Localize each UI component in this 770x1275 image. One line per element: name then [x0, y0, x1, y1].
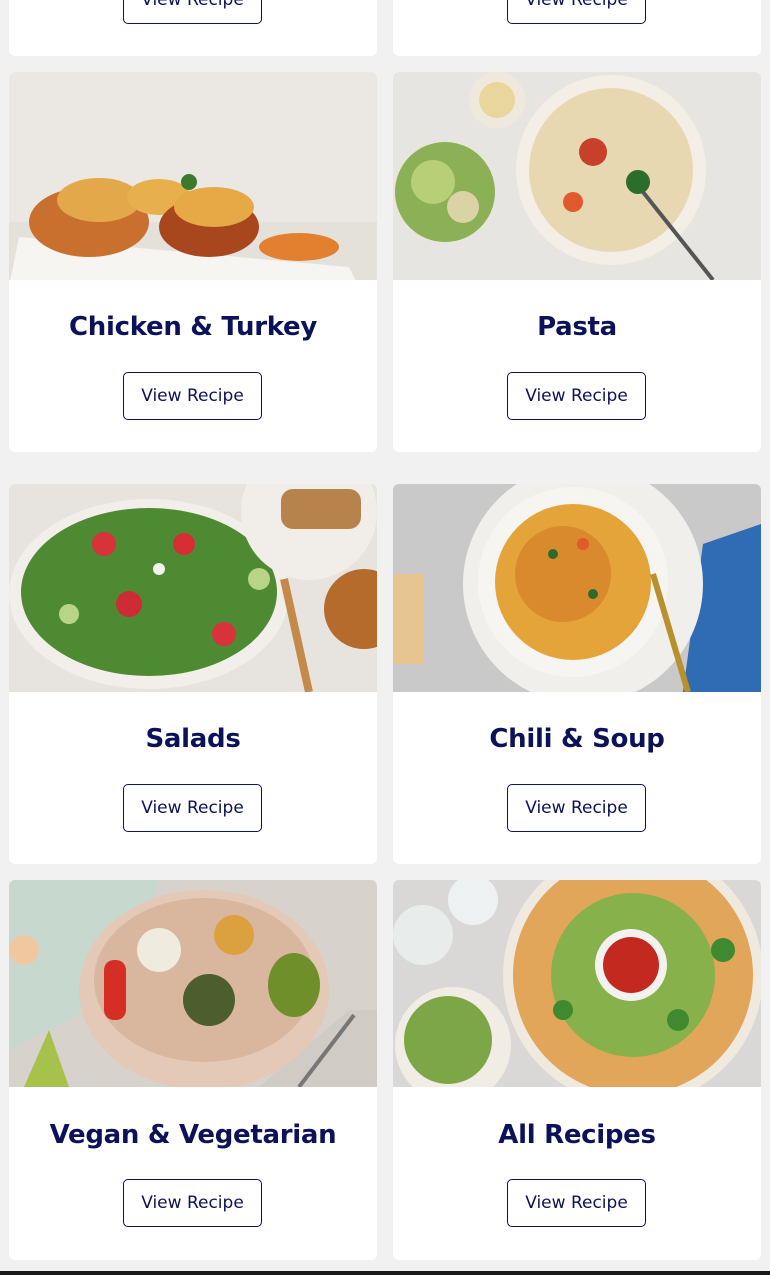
salads-photo: [9, 484, 377, 692]
bottom-bar: [0, 1271, 770, 1275]
chicken-turkey-photo: [9, 72, 377, 280]
card-title: Vegan & Vegetarian: [49, 1120, 337, 1150]
chili-soup-photo: [393, 484, 761, 692]
recipe-card-partial-right: View Recipe: [393, 0, 761, 56]
recipe-card-salads: Salads View Recipe: [9, 484, 377, 864]
view-recipe-button[interactable]: View Recipe: [123, 1179, 262, 1227]
card-title: Chicken & Turkey: [68, 312, 317, 342]
card-title: Salads: [145, 724, 241, 754]
recipe-card-vegan-vegetarian: Vegan & Vegetarian View Recipe: [9, 880, 377, 1260]
card-title: All Recipes: [498, 1120, 656, 1150]
recipe-card-chili-soup: Chili & Soup View Recipe: [393, 484, 761, 864]
recipe-card-all-recipes: All Recipes View Recipe: [393, 880, 761, 1260]
view-recipe-button[interactable]: View Recipe: [507, 372, 646, 420]
pasta-photo: [393, 72, 761, 280]
view-recipe-button[interactable]: View Recipe: [123, 784, 262, 832]
view-recipe-button[interactable]: View Recipe: [123, 372, 262, 420]
view-recipe-button[interactable]: View Recipe: [507, 0, 646, 24]
view-recipe-button[interactable]: View Recipe: [507, 1179, 646, 1227]
view-recipe-button[interactable]: View Recipe: [507, 784, 646, 832]
recipe-card-partial-left: View Recipe: [9, 0, 377, 56]
recipe-card-pasta: Pasta View Recipe: [393, 72, 761, 452]
all-recipes-photo: [393, 880, 761, 1087]
recipe-card-chicken-turkey: Chicken & Turkey View Recipe: [9, 72, 377, 452]
vegan-vegetarian-photo: [9, 880, 377, 1087]
view-recipe-button[interactable]: View Recipe: [123, 0, 262, 24]
card-title: Chili & Soup: [489, 724, 665, 754]
card-title: Pasta: [537, 312, 617, 342]
